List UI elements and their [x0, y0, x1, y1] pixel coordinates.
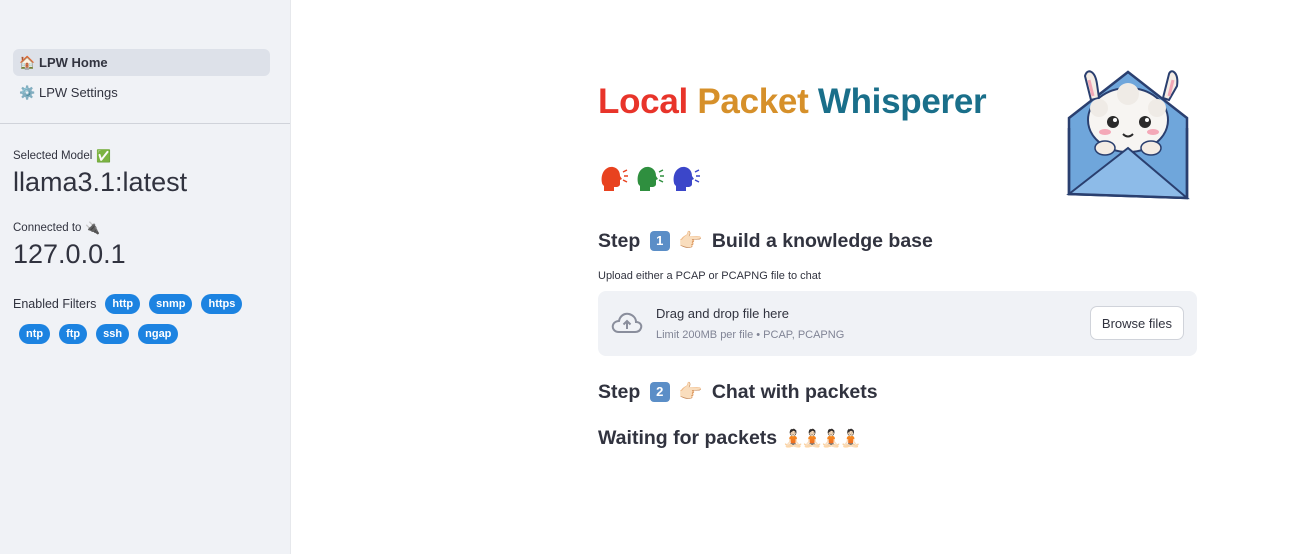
- page-title: Local Packet Whisperer: [598, 82, 987, 121]
- pointing-hand-icon: 👉🏻: [678, 230, 703, 252]
- cloud-upload-icon: [611, 312, 643, 333]
- file-dropzone[interactable]: Drag and drop file here Limit 200MB per …: [598, 291, 1197, 356]
- waiting-for-packets: Waiting for packets 🧘🏻🧘🏻🧘🏻🧘🏻: [598, 427, 862, 449]
- enabled-filters: Enabled Filters http snmp https: [13, 294, 273, 314]
- dropzone-title: Drag and drop file here: [656, 306, 789, 321]
- keycap-1-icon: 1: [649, 231, 670, 251]
- filter-pill-https: https: [201, 294, 243, 314]
- nav-item-lpw-settings[interactable]: ⚙️ LPW Settings: [13, 79, 270, 106]
- speaking-head-red-icon: [601, 166, 628, 191]
- house-icon: 🏠: [19, 54, 36, 70]
- selected-model-label: Selected Model ✅: [13, 149, 112, 163]
- nav-item-lpw-home[interactable]: 🏠 LPW Home: [13, 49, 270, 76]
- selected-model-value: llama3.1:latest: [13, 167, 188, 197]
- nav-item-label: LPW Home: [39, 55, 108, 70]
- filter-pill-ssh: ssh: [96, 324, 130, 344]
- main-content: Local Packet Whisperer Step 1 👉🏻 Build a…: [291, 0, 1300, 554]
- filter-pill-http: http: [105, 294, 141, 314]
- enabled-filters-row-2: ntp ftp ssh ngap: [13, 324, 273, 344]
- upload-label: Upload either a PCAP or PCAPNG file to c…: [598, 270, 821, 282]
- filter-pill-ntp: ntp: [19, 324, 51, 344]
- sidebar-status: Selected Model ✅ llama3.1:latest Connect…: [13, 148, 273, 344]
- speaking-head-blue-icon: [673, 166, 700, 191]
- llama-envelope-logo: [1066, 70, 1190, 200]
- keycap-2-icon: 2: [649, 382, 670, 402]
- filter-pill-snmp: snmp: [149, 294, 193, 314]
- sidebar-nav: 🏠 LPW Home ⚙️ LPW Settings: [0, 49, 290, 106]
- sidebar: 🏠 LPW Home ⚙️ LPW Settings Selected Mode…: [0, 0, 291, 554]
- speaking-head-green-icon: [637, 166, 664, 191]
- nav-item-label: LPW Settings: [39, 85, 118, 100]
- check-mark-icon: ✅: [96, 149, 112, 163]
- step-2-heading: Step 2 👉🏻 Chat with packets: [598, 381, 878, 403]
- browse-files-button[interactable]: Browse files: [1089, 306, 1184, 340]
- connected-to-value: 127.0.0.1: [13, 239, 126, 269]
- speaking-heads: [598, 163, 702, 193]
- pointing-hand-icon: 👉🏻: [678, 381, 703, 403]
- step-1-heading: Step 1 👉🏻 Build a knowledge base: [598, 230, 933, 252]
- enabled-filters-label: Enabled Filters: [13, 297, 97, 311]
- meditating-person-icons: 🧘🏻🧘🏻🧘🏻🧘🏻: [782, 429, 862, 448]
- gear-icon: ⚙️: [19, 84, 36, 100]
- sidebar-divider: [0, 123, 290, 124]
- filter-pill-ftp: ftp: [59, 324, 88, 344]
- dropzone-limit: Limit 200MB per file • PCAP, PCAPNG: [656, 329, 845, 341]
- connected-to-label: Connected to 🔌: [13, 221, 101, 235]
- filter-pill-ngap: ngap: [138, 324, 179, 344]
- plug-icon: 🔌: [85, 221, 101, 235]
